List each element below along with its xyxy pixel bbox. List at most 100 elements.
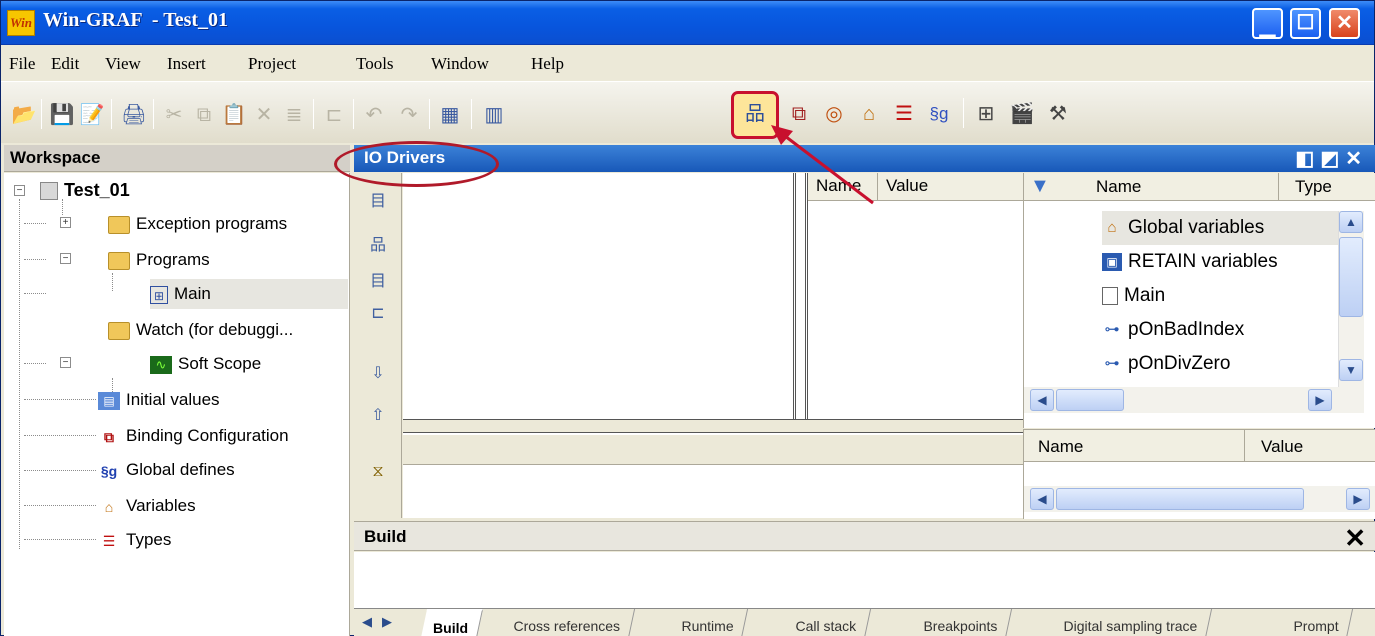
types-icon[interactable]: ☰ — [891, 101, 917, 127]
menu-file[interactable]: File — [9, 54, 35, 74]
tab-cross-references[interactable]: Cross references — [500, 609, 635, 636]
tree-item-variables[interactable]: ⌂ Variables — [98, 491, 196, 521]
dock-icon[interactable]: ◧ — [1295, 148, 1320, 170]
close-icon[interactable]: ✕ — [1345, 148, 1368, 170]
tree-item-programs[interactable]: Programs — [108, 245, 210, 275]
tab-label: Prompt — [1293, 618, 1339, 634]
tab-label: Cross references — [513, 618, 621, 634]
panel-controls: ◧◩✕ — [1295, 146, 1368, 171]
filter-icon[interactable]: ▼ — [1030, 175, 1050, 198]
io-driver-tree[interactable] — [403, 173, 796, 419]
maximize-button[interactable]: ☐ — [1290, 8, 1321, 39]
collapse-toggle[interactable]: − — [14, 185, 25, 196]
column-header-type[interactable]: Type — [1278, 173, 1332, 201]
tree-item-label: Watch (for debuggi... — [136, 320, 294, 339]
tree-icon: ⊶ — [1104, 320, 1120, 338]
variable-group-retain[interactable]: ▣ RETAIN variables — [1102, 245, 1278, 279]
expand-toggle[interactable]: + — [60, 217, 71, 228]
insert-column-icon[interactable]: 目 — [366, 267, 390, 291]
folder-icon — [108, 215, 130, 234]
table-icon: ▤ — [98, 391, 120, 410]
variable-group-ponbadindex[interactable]: ⊶ pOnBadIndex — [1102, 313, 1245, 347]
tree-item-soft-scope[interactable]: ∿ Soft Scope — [150, 349, 261, 379]
io-properties-grid[interactable]: Name Value — [805, 173, 1026, 419]
horizontal-scrollbar[interactable]: ◀ ▶ — [1024, 387, 1364, 413]
tab-label: Breakpoints — [923, 618, 998, 634]
column-header-name[interactable]: Name — [1038, 437, 1083, 457]
tab-prompt[interactable]: Prompt — [1280, 609, 1354, 636]
tree-item-exception-programs[interactable]: Exception programs — [108, 209, 287, 239]
tab-build[interactable]: Build — [420, 609, 484, 636]
tree-item-global-defines[interactable]: §g Global defines — [98, 455, 235, 485]
add-driver-icon[interactable]: 目 — [366, 187, 390, 211]
menu-tools[interactable]: Tools — [356, 54, 394, 74]
tab-breakpoints[interactable]: Breakpoints — [910, 609, 1013, 636]
scroll-right-icon[interactable]: ▶ — [1346, 488, 1370, 510]
clapper-icon[interactable]: 🎬 — [1009, 101, 1035, 127]
horizontal-scrollbar[interactable]: ◀ ▶ — [1024, 486, 1375, 512]
tree-icon[interactable]: 品 — [366, 231, 390, 255]
move-up-icon[interactable]: ⇧ — [366, 405, 390, 429]
variable-group-global[interactable]: ⌂ Global variables — [1102, 211, 1342, 245]
variable-details: Name Value ◀ ▶ — [1023, 429, 1375, 519]
build-output[interactable] — [354, 552, 1375, 608]
tools-icon[interactable]: ⚒ — [1045, 101, 1071, 127]
collapse-toggle[interactable]: − — [60, 253, 71, 264]
app-logo: Win — [7, 10, 35, 36]
menu-edit[interactable]: Edit — [51, 54, 79, 74]
menu-bar: File Edit View Insert Project Tools Wind… — [1, 46, 1374, 80]
menu-window[interactable]: Window — [431, 54, 489, 74]
scroll-left-icon[interactable]: ◀ — [1030, 488, 1054, 510]
splitter[interactable] — [403, 419, 1023, 433]
scroll-up-icon[interactable]: ▲ — [1339, 211, 1363, 233]
tree-item-main[interactable]: ⊞ Main — [150, 279, 348, 309]
tab-scroll-right-icon[interactable]: ▶ — [382, 614, 392, 630]
scroll-thumb[interactable] — [1339, 237, 1363, 317]
house-icon: ⌂ — [1107, 218, 1117, 236]
scroll-left-icon[interactable]: ◀ — [1030, 389, 1054, 411]
menu-view[interactable]: View — [105, 54, 141, 74]
insert-icon[interactable]: ⊏ — [366, 303, 390, 327]
close-button[interactable]: ✕ — [1329, 8, 1360, 39]
variable-group-pondivzero[interactable]: ⊶ pOnDivZero — [1102, 347, 1231, 381]
scroll-thumb[interactable] — [1056, 488, 1304, 510]
collapse-toggle[interactable]: − — [60, 357, 71, 368]
link-icon[interactable]: ⧖ — [366, 463, 390, 487]
folder-icon — [108, 251, 130, 270]
variable-group-label: RETAIN variables — [1128, 251, 1278, 272]
tree-item-watch[interactable]: Watch (for debuggi... — [108, 315, 293, 345]
float-icon[interactable]: ◩ — [1320, 148, 1345, 170]
tree-item-label: Variables — [126, 496, 196, 515]
menu-project[interactable]: Project — [248, 54, 296, 74]
minimize-button[interactable]: ▁ — [1252, 8, 1283, 39]
tab-scroll-left-icon[interactable]: ◀ — [362, 614, 372, 630]
title-bar[interactable]: Win Win-GRAF - Test_01 ▁ ☐ ✕ — [1, 1, 1374, 45]
tree-item-label: Main — [174, 284, 211, 303]
scroll-thumb[interactable] — [1056, 389, 1124, 411]
menu-insert[interactable]: Insert — [167, 54, 206, 74]
column-header-value[interactable]: Value — [878, 173, 1026, 201]
tree-item-binding[interactable]: ⧉ Binding Configuration — [98, 421, 289, 451]
annotation-arrow — [771, 125, 874, 205]
variable-group-main[interactable]: Main — [1102, 279, 1165, 313]
tab-digital-sampling-trace[interactable]: Digital sampling trace — [1050, 609, 1212, 636]
move-down-icon[interactable]: ⇩ — [366, 363, 390, 387]
vertical-scrollbar[interactable]: ▲ ▼ — [1338, 211, 1364, 387]
tree-project[interactable]: Test_01 — [40, 175, 130, 205]
tree-icon: ⊶ — [1104, 354, 1120, 372]
layout-icon[interactable]: ⊞ — [973, 101, 999, 127]
tree-item-types[interactable]: ☰ Types — [98, 525, 172, 555]
menu-help[interactable]: Help — [531, 54, 564, 74]
tree-item-label: Exception programs — [136, 214, 288, 233]
tab-call-stack[interactable]: Call stack — [782, 609, 871, 636]
column-header-value[interactable]: Value — [1244, 430, 1303, 462]
tab-label: Build — [433, 620, 469, 636]
column-header-name[interactable]: Name — [1096, 177, 1141, 197]
global-defines-icon[interactable]: §g — [926, 101, 952, 127]
scroll-down-icon[interactable]: ▼ — [1339, 359, 1363, 381]
window-title: Win-GRAF - Test_01 — [43, 9, 229, 31]
tree-item-initial-values[interactable]: ▤ Initial values — [98, 385, 220, 415]
scroll-right-icon[interactable]: ▶ — [1308, 389, 1332, 411]
close-icon[interactable]: ✕ — [1344, 523, 1366, 554]
tab-runtime[interactable]: Runtime — [668, 609, 749, 636]
